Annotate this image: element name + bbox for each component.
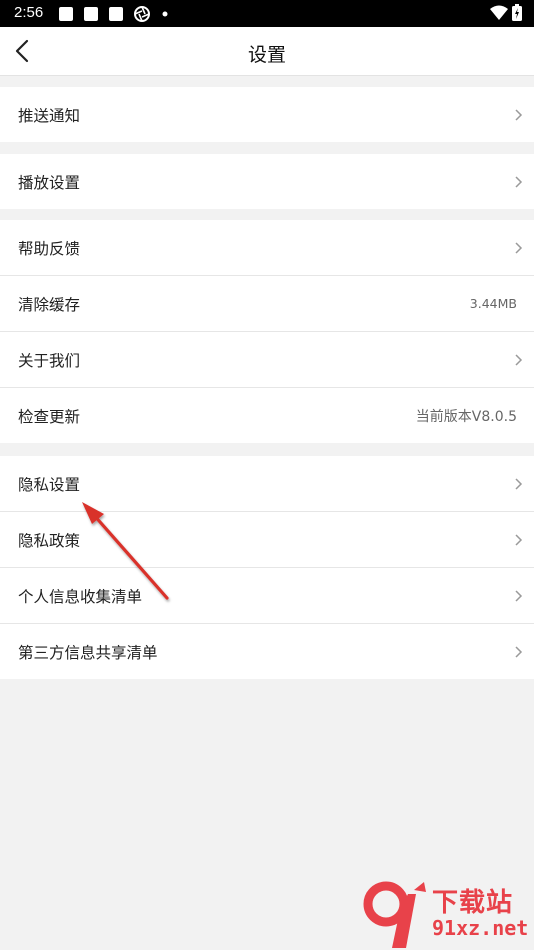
page-title: 设置 (247, 44, 286, 66)
setting-row-personal-info-list[interactable]: 个人信息收集清单 (0, 568, 534, 624)
status-bar: 2:56 (0, 0, 534, 27)
chevron-right-icon (515, 589, 523, 602)
status-time: 2:56 (14, 4, 44, 21)
chevron-right-icon (515, 645, 523, 658)
setting-row-push[interactable]: 推送通知 (0, 87, 534, 142)
setting-label: 推送通知 (18, 106, 81, 125)
settings-group-general: 帮助反馈 清除缓存 3.44MB 关于我们 检查更新 当前版本V8.0.5 (0, 220, 534, 443)
setting-row-check-update[interactable]: 检查更新 当前版本V8.0.5 (0, 388, 534, 443)
settings-group-playback: 播放设置 (0, 154, 534, 209)
wifi-icon (490, 5, 508, 20)
notification-square-icon (109, 7, 123, 21)
setting-row-clear-cache[interactable]: 清除缓存 3.44MB (0, 276, 534, 332)
chevron-right-icon (515, 533, 523, 546)
cache-size-value: 3.44MB (469, 296, 517, 311)
battery-icon (512, 4, 522, 21)
notification-square-icon (59, 7, 73, 21)
settings-group-notifications: 推送通知 (0, 87, 534, 142)
version-value: 当前版本V8.0.5 (415, 408, 517, 425)
settings-group-privacy: 隐私设置 隐私政策 个人信息收集清单 第三方信息共享清单 (0, 456, 534, 679)
dot-icon (162, 11, 168, 17)
setting-label: 清除缓存 (18, 295, 81, 314)
watermark-url: 91xz.net (432, 916, 529, 940)
setting-label: 关于我们 (18, 351, 81, 370)
setting-row-privacy-policy[interactable]: 隐私政策 (0, 512, 534, 568)
setting-row-third-party-list[interactable]: 第三方信息共享清单 (0, 624, 534, 679)
setting-row-playback[interactable]: 播放设置 (0, 154, 534, 209)
setting-label: 隐私设置 (18, 475, 81, 494)
setting-row-about[interactable]: 关于我们 (0, 332, 534, 388)
setting-row-privacy-settings[interactable]: 隐私设置 (0, 456, 534, 512)
chevron-right-icon (515, 477, 523, 490)
setting-label: 第三方信息共享清单 (18, 643, 158, 662)
setting-label: 检查更新 (18, 407, 81, 426)
chevron-right-icon (515, 108, 523, 121)
app-header: 设置 (0, 27, 534, 76)
chevron-right-icon (515, 353, 523, 366)
watermark-logo-icon (363, 881, 426, 948)
setting-label: 个人信息收集清单 (18, 587, 143, 606)
setting-row-feedback[interactable]: 帮助反馈 (0, 220, 534, 276)
chevron-right-icon (515, 175, 523, 188)
setting-label: 播放设置 (18, 173, 81, 192)
chevron-right-icon (515, 241, 523, 254)
setting-label: 帮助反馈 (18, 239, 81, 258)
watermark-title: 下载站 (432, 888, 514, 918)
setting-label: 隐私政策 (18, 531, 81, 550)
notification-icons (59, 6, 168, 22)
notification-square-icon (84, 7, 98, 21)
watermark: 下载站 91xz.net (362, 880, 534, 950)
aperture-icon (134, 6, 150, 22)
system-icons (490, 4, 522, 21)
